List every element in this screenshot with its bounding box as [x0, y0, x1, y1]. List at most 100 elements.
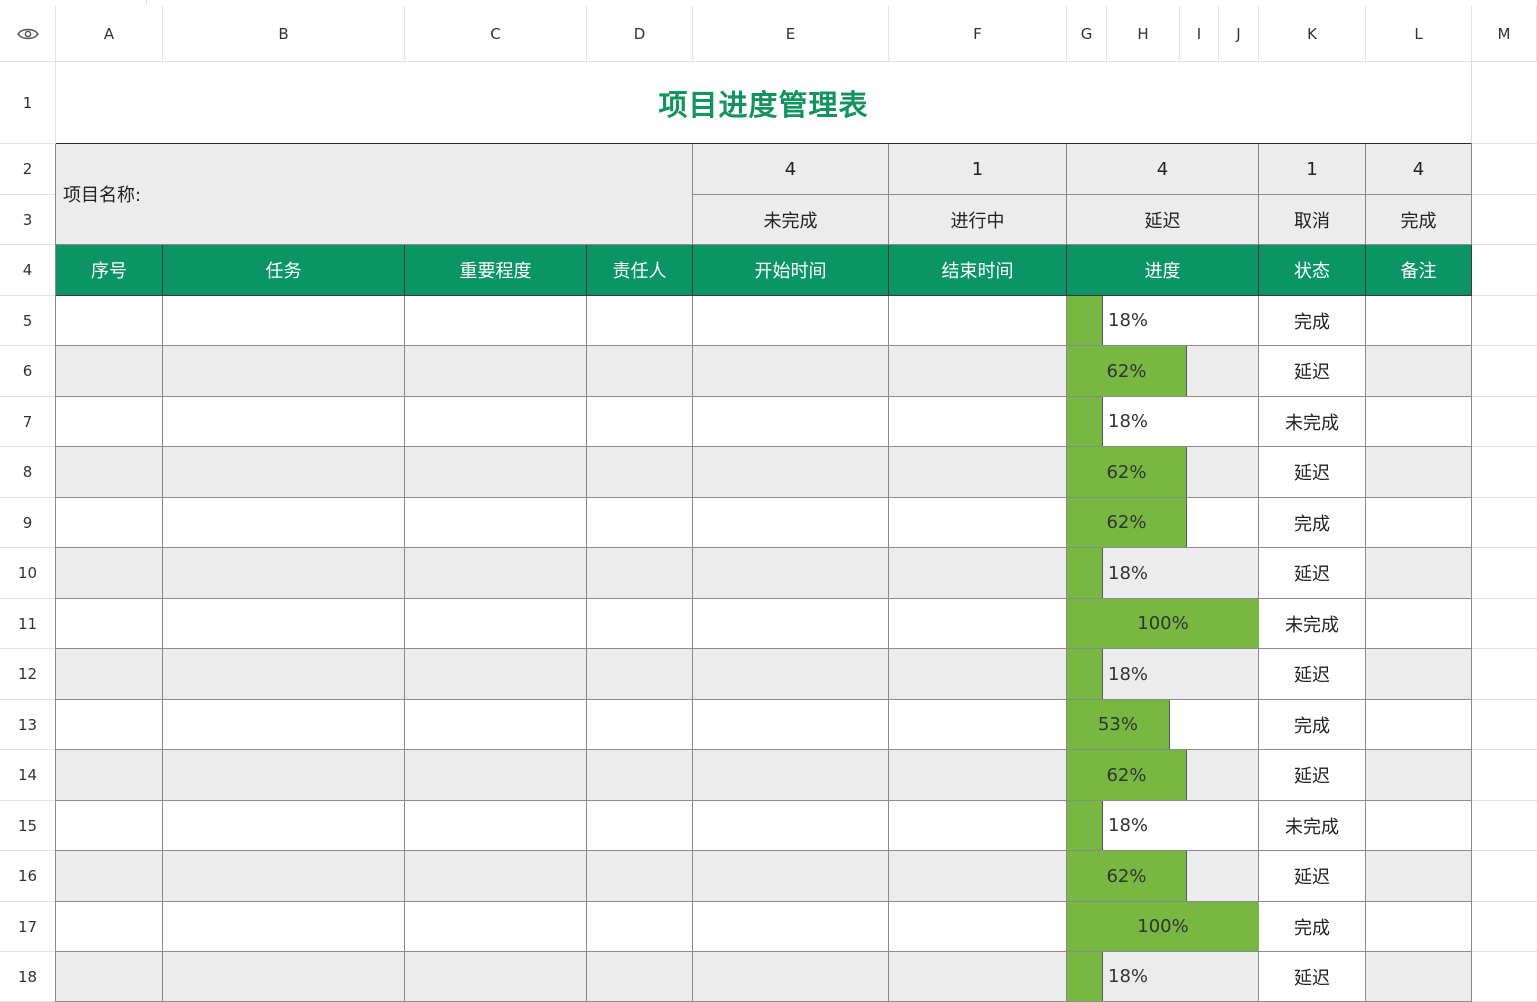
- empty-cell-m[interactable]: [1472, 649, 1537, 700]
- cell-owner[interactable]: [587, 952, 693, 1002]
- cell-owner[interactable]: [587, 447, 693, 498]
- cell-seq[interactable]: [56, 952, 163, 1002]
- cell-end-time[interactable]: [889, 397, 1067, 447]
- cell-seq[interactable]: [56, 498, 163, 548]
- column-header-b[interactable]: B: [163, 6, 405, 62]
- notes-cell[interactable]: [1366, 599, 1472, 649]
- cell-end-time[interactable]: [889, 750, 1067, 801]
- notes-cell[interactable]: [1366, 649, 1472, 700]
- cell-seq[interactable]: [56, 346, 163, 397]
- header-end[interactable]: 结束时间: [889, 245, 1067, 296]
- cell-owner[interactable]: [587, 700, 693, 750]
- cell-end-time[interactable]: [889, 548, 1067, 599]
- header-seq[interactable]: 序号: [56, 245, 163, 296]
- cell-end-time[interactable]: [889, 902, 1067, 952]
- cell-start-time[interactable]: [693, 498, 889, 548]
- cell-importance[interactable]: [405, 447, 587, 498]
- empty-cell-m[interactable]: [1472, 599, 1537, 649]
- progress-cell[interactable]: 18%: [1067, 397, 1259, 447]
- header-task[interactable]: 任务: [163, 245, 405, 296]
- column-header-d[interactable]: D: [587, 6, 693, 62]
- cell-owner[interactable]: [587, 750, 693, 801]
- cell-seq[interactable]: [56, 548, 163, 599]
- row-header-12[interactable]: 12: [0, 649, 56, 700]
- row-header-3[interactable]: 3: [0, 195, 56, 245]
- cell-seq[interactable]: [56, 649, 163, 700]
- progress-cell[interactable]: 100%: [1067, 599, 1259, 649]
- cell-start-time[interactable]: [693, 750, 889, 801]
- cell-start-time[interactable]: [693, 700, 889, 750]
- cell-start-time[interactable]: [693, 346, 889, 397]
- cell-end-time[interactable]: [889, 851, 1067, 902]
- row-header-5[interactable]: 5: [0, 296, 56, 346]
- notes-cell[interactable]: [1366, 346, 1472, 397]
- select-all-corner[interactable]: [0, 6, 56, 62]
- row-header-4[interactable]: 4: [0, 245, 56, 296]
- header-start[interactable]: 开始时间: [693, 245, 889, 296]
- column-header-f[interactable]: F: [889, 6, 1067, 62]
- header-owner[interactable]: 责任人: [587, 245, 693, 296]
- notes-cell[interactable]: [1366, 952, 1472, 1002]
- cell-owner[interactable]: [587, 498, 693, 548]
- summary-label[interactable]: 取消: [1259, 195, 1366, 245]
- progress-cell[interactable]: 62%: [1067, 447, 1259, 498]
- project-name-cell[interactable]: 项目名称:: [56, 144, 693, 245]
- empty-cell-m[interactable]: [1472, 62, 1537, 144]
- row-header-9[interactable]: 9: [0, 498, 56, 548]
- summary-label[interactable]: 未完成: [693, 195, 889, 245]
- empty-cell-m[interactable]: [1472, 952, 1537, 1002]
- empty-cell-m[interactable]: [1472, 346, 1537, 397]
- status-cell[interactable]: 未完成: [1259, 397, 1366, 447]
- empty-cell-m[interactable]: [1472, 902, 1537, 952]
- progress-cell[interactable]: 62%: [1067, 851, 1259, 902]
- cell-seq[interactable]: [56, 397, 163, 447]
- notes-cell[interactable]: [1366, 801, 1472, 851]
- cell-importance[interactable]: [405, 548, 587, 599]
- eye-icon[interactable]: [16, 27, 39, 41]
- cell-seq[interactable]: [56, 599, 163, 649]
- header-progress[interactable]: 进度: [1067, 245, 1259, 296]
- cell-start-time[interactable]: [693, 902, 889, 952]
- status-cell[interactable]: 延迟: [1259, 346, 1366, 397]
- row-header-13[interactable]: 13: [0, 700, 56, 750]
- cell-end-time[interactable]: [889, 801, 1067, 851]
- status-cell[interactable]: 完成: [1259, 498, 1366, 548]
- row-header-16[interactable]: 16: [0, 851, 56, 902]
- cell-seq[interactable]: [56, 700, 163, 750]
- cell-importance[interactable]: [405, 599, 587, 649]
- row-header-2[interactable]: 2: [0, 144, 56, 195]
- cell-end-time[interactable]: [889, 599, 1067, 649]
- row-header-18[interactable]: 18: [0, 952, 56, 1002]
- cell-task[interactable]: [163, 599, 405, 649]
- empty-cell-m[interactable]: [1472, 296, 1537, 346]
- cell-end-time[interactable]: [889, 700, 1067, 750]
- cell-task[interactable]: [163, 851, 405, 902]
- cell-owner[interactable]: [587, 649, 693, 700]
- cell-seq[interactable]: [56, 851, 163, 902]
- cell-owner[interactable]: [587, 851, 693, 902]
- empty-cell-m[interactable]: [1472, 447, 1537, 498]
- cell-task[interactable]: [163, 952, 405, 1002]
- cell-start-time[interactable]: [693, 548, 889, 599]
- status-cell[interactable]: 完成: [1259, 902, 1366, 952]
- cell-importance[interactable]: [405, 700, 587, 750]
- cell-task[interactable]: [163, 548, 405, 599]
- cell-task[interactable]: [163, 902, 405, 952]
- notes-cell[interactable]: [1366, 447, 1472, 498]
- notes-cell[interactable]: [1366, 397, 1472, 447]
- header-notes[interactable]: 备注: [1366, 245, 1472, 296]
- cell-importance[interactable]: [405, 952, 587, 1002]
- column-header-j[interactable]: J: [1219, 6, 1259, 62]
- summary-label[interactable]: 完成: [1366, 195, 1472, 245]
- status-cell[interactable]: 延迟: [1259, 952, 1366, 1002]
- cell-start-time[interactable]: [693, 397, 889, 447]
- progress-cell[interactable]: 18%: [1067, 296, 1259, 346]
- notes-cell[interactable]: [1366, 700, 1472, 750]
- empty-cell-m[interactable]: [1472, 700, 1537, 750]
- cell-seq[interactable]: [56, 447, 163, 498]
- cell-importance[interactable]: [405, 498, 587, 548]
- cell-start-time[interactable]: [693, 851, 889, 902]
- row-header-15[interactable]: 15: [0, 801, 56, 851]
- progress-cell[interactable]: 18%: [1067, 801, 1259, 851]
- status-cell[interactable]: 延迟: [1259, 649, 1366, 700]
